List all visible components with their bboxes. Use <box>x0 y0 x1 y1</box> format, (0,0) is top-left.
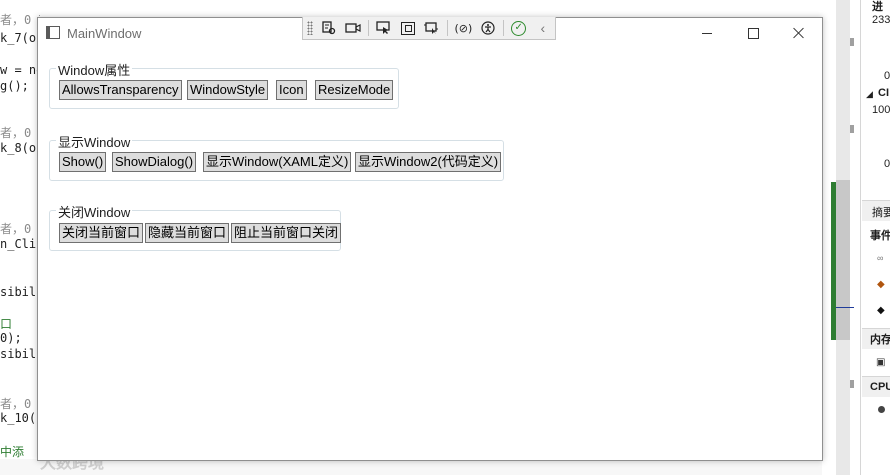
binding-icon: (⊘) <box>454 21 473 35</box>
events-header: 事件 <box>870 230 890 242</box>
prevent-close-window-button[interactable]: 阻止当前窗口关闭 <box>231 223 342 243</box>
camera-icon[interactable]: ▣ <box>876 357 885 368</box>
diag-value: 233 <box>872 14 890 26</box>
select-pointer-icon <box>376 21 390 34</box>
close-icon <box>793 27 805 39</box>
binding-failures-button[interactable]: (⊘) <box>453 19 473 37</box>
groupbox-header: 显示Window <box>56 132 133 151</box>
chevron-left-icon: ‹ <box>540 20 546 36</box>
diag-value: 0 <box>884 158 890 170</box>
minimize-icon <box>702 32 712 34</box>
toolbar-separator <box>502 20 504 36</box>
editor-status-strip <box>0 459 822 475</box>
track-focus-button[interactable] <box>422 19 442 37</box>
memory-header: 内存 <box>870 334 890 346</box>
window-style-button[interactable]: WindowStyle <box>187 80 269 100</box>
live-visual-tree-button[interactable] <box>319 19 339 37</box>
groupbox-close-window: 关闭Window 关闭当前窗口 隐藏当前窗口 阻止当前窗口关闭 <box>49 202 342 251</box>
toolbar-grip-icon[interactable] <box>307 21 313 35</box>
allows-transparency-button[interactable]: AllowsTransparency <box>59 80 182 100</box>
accessibility-icon <box>480 21 495 35</box>
maximize-icon <box>747 27 759 39</box>
adorner-icon <box>401 21 416 35</box>
minimize-button[interactable] <box>684 18 730 48</box>
event-diamond-icon: ◆ <box>877 279 885 290</box>
code-line: g(); <box>0 79 29 93</box>
scroll-marker <box>850 125 854 133</box>
close-current-window-button[interactable]: 关闭当前窗口 <box>59 223 144 243</box>
code-line: 者，0 <box>0 397 32 411</box>
code-line: sibil <box>0 285 37 299</box>
select-element-button[interactable] <box>374 19 394 37</box>
background-code-editor: 者，0 项引用 k_7(ol w = ne g(); 者，0 k_8(ol 者，… <box>0 0 40 475</box>
code-line: 者，0 项引用 <box>0 13 40 27</box>
change-marker-bar <box>831 182 836 340</box>
event-dots-icon: ∞ <box>877 253 884 263</box>
hide-current-window-button[interactable]: 隐藏当前窗口 <box>145 223 230 243</box>
diag-process-label: 进 <box>872 1 883 13</box>
visual-tree-icon <box>321 21 335 35</box>
groupbox-header: Window属性 <box>56 60 133 79</box>
maximize-button[interactable] <box>730 18 776 48</box>
cpu-header: CPU <box>870 381 890 393</box>
collapse-arrow-icon[interactable]: ◢ <box>866 89 873 100</box>
collapse-toolbar-button[interactable]: ‹ <box>533 19 553 37</box>
record-icon[interactable] <box>878 406 885 413</box>
video-button[interactable] <box>343 19 363 37</box>
diag-cpu-header: CI <box>878 87 889 99</box>
scroll-marker <box>850 38 854 46</box>
toolbar-separator <box>367 20 369 36</box>
groupbox-window-properties: Window属性 AllowsTransparency WindowStyle … <box>49 60 399 109</box>
close-button[interactable] <box>776 18 822 48</box>
code-line: w = ne <box>0 63 40 77</box>
resize-mode-button[interactable]: ResizeMode <box>315 80 394 100</box>
editor-scrollbar-thumb[interactable] <box>836 180 850 340</box>
xaml-debug-toolbar: (⊘) ✓ ‹ <box>302 17 556 40</box>
main-window: MainWindow Window属性 AllowsTransparency W… <box>37 17 823 461</box>
groupbox-show-window: 显示Window Show() ShowDialog() 显示Window(XA… <box>49 132 504 181</box>
code-line: 0); <box>0 331 22 345</box>
show-window-xaml-button[interactable]: 显示Window(XAML定义) <box>203 152 352 172</box>
show-button[interactable]: Show() <box>59 152 107 172</box>
check-circle-icon: ✓ <box>511 20 527 36</box>
code-line: k_8(ol <box>0 141 40 155</box>
code-line: n_Cli <box>0 237 37 251</box>
code-line: 者，0 <box>0 222 32 236</box>
scroll-marker <box>850 380 854 388</box>
diag-value: 100 <box>872 104 890 116</box>
accessibility-button[interactable] <box>477 19 497 37</box>
show-window2-code-button[interactable]: 显示Window2(代码定义) <box>355 152 502 172</box>
code-line: 中添 <box>0 445 25 459</box>
icon-button[interactable]: Icon <box>276 80 307 100</box>
tab-summary-label: 摘要 <box>872 207 890 219</box>
hot-reload-status-button[interactable]: ✓ <box>509 19 529 37</box>
track-focus-icon <box>424 22 439 34</box>
event-diamond-icon: ◆ <box>877 305 885 316</box>
caret-position-marker <box>836 307 854 308</box>
code-line: 口 <box>0 317 13 331</box>
window-app-icon <box>46 26 60 39</box>
diag-value: 0 <box>884 70 890 82</box>
window-title: MainWindow <box>67 26 142 41</box>
toolbar-separator <box>447 20 449 36</box>
display-layout-adorners-button[interactable] <box>398 19 418 37</box>
code-line: k_10( <box>0 411 37 425</box>
groupbox-header: 关闭Window <box>56 202 133 221</box>
code-line: sibil <box>0 347 37 361</box>
code-line: 者，0 <box>0 126 32 140</box>
camera-icon <box>345 23 361 33</box>
show-dialog-button[interactable]: ShowDialog() <box>112 152 197 172</box>
code-line: k_7(ol <box>0 31 40 45</box>
